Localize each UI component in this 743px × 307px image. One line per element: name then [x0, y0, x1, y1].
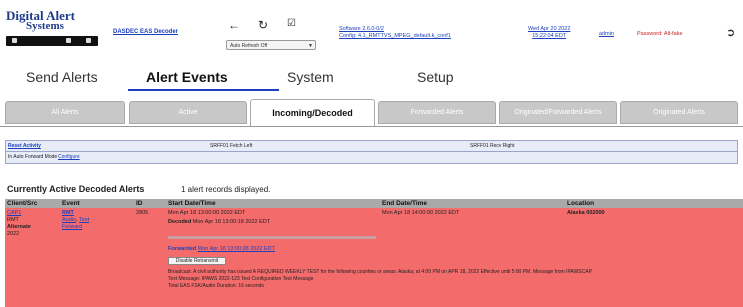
col-event: Event	[62, 200, 80, 207]
software-version-link[interactable]: Software 2.6.0-0/2	[339, 26, 451, 33]
start-time: Mon Apr 18 13:00:00 2022 EDT	[168, 210, 246, 216]
configure-link[interactable]: Configure	[58, 152, 80, 162]
tab-setup[interactable]: Setup	[417, 69, 454, 85]
client-sub1: RMT	[7, 217, 19, 223]
auto-refresh-select[interactable]: Auto Refresh Off ▼	[226, 40, 316, 50]
text-link[interactable]: Text	[79, 217, 89, 223]
alert-message: Broadcast: A civil authority has issued …	[168, 269, 728, 290]
message-line-2: Text Message: IPAWS 2022-123 Test Config…	[168, 276, 314, 282]
client-link[interactable]: CAP1	[7, 210, 21, 216]
event-cell: RMT Audio, Text Forward	[62, 210, 90, 230]
reset-activity-link[interactable]: Reset Activity	[8, 141, 41, 151]
forward-link[interactable]: Forward	[62, 224, 82, 230]
col-id: ID	[136, 200, 143, 207]
sub-tab-divider	[0, 126, 743, 127]
logout-icon[interactable]: ➲	[726, 26, 735, 39]
table-header: Client/Src Event ID Start Date/Time End …	[5, 199, 743, 208]
brand-logo: Digital Alert Systems	[6, 9, 98, 46]
tab-alert-events[interactable]: Alert Events	[146, 69, 228, 85]
checkbox-icon[interactable]: ☑	[287, 18, 296, 29]
decoded-time: Mon Apr 18 13:00:18 2022 EDT	[192, 219, 271, 225]
auto-refresh-value: Auto Refresh Off	[230, 43, 268, 49]
main-tab-bar: Send Alerts Alert Events System Setup	[0, 63, 743, 93]
client-src-cell: CAP1 RMT Alternate 2022	[7, 210, 31, 238]
model-link[interactable]: DASDEC EAS Decoder	[113, 29, 178, 35]
sub-tab-bar: All Alerts Active Incoming/Decoded Forwa…	[0, 99, 743, 127]
client-sub3: 2022	[7, 231, 20, 237]
message-line-3: Total EAS FSK/Audio Duration: 16 seconds	[168, 283, 264, 289]
table-row[interactable]: CAP1 RMT Alternate 2022 RMT Audio, Text …	[5, 208, 743, 307]
subtab-forwarded-alerts[interactable]: Forwarded Alerts	[378, 101, 496, 124]
section-title: Currently Active Decoded Alerts	[7, 184, 145, 194]
device-front-panel	[6, 36, 98, 46]
forwarded-time-link[interactable]: Mon Apr 18 13:00:28 2022 EDT	[198, 246, 275, 252]
decoded-status: Decoded Mon Apr 18 13:00:18 2022 EDT	[168, 219, 270, 226]
filter-row-2: In Auto Forward Mode Configure	[6, 152, 737, 162]
tab-system[interactable]: System	[287, 69, 334, 85]
left-channel-label: SRFF01 Fetch Left	[210, 143, 253, 149]
forwarded-status: Forwarded Mon Apr 18 13:00:28 2022 EDT	[168, 246, 275, 253]
location: Alaska 002000	[567, 210, 605, 216]
end-time: Mon Apr 18 14:00:00 2022 EDT	[382, 210, 460, 216]
time-text[interactable]: 15:22:04 EDT	[528, 33, 570, 40]
filter-row-1: Reset Activity SRFF01 Fetch Left SRFF01 …	[6, 141, 737, 152]
header-bar: Digital Alert Systems DASDEC EAS Decoder…	[0, 0, 743, 57]
message-line-1: Broadcast: A civil authority has issued …	[168, 269, 593, 275]
software-info[interactable]: Software 2.6.0-0/2 Config: 4.1_RMTTVS_MP…	[339, 26, 451, 40]
record-count: 1 alert records displayed.	[181, 185, 271, 194]
col-end-time: End Date/Time	[382, 200, 428, 207]
subtab-active[interactable]: Active	[129, 101, 247, 124]
decoded-label: Decoded	[168, 219, 192, 225]
password-warning: Password: Alt-fake	[637, 31, 683, 37]
tab-send-alerts[interactable]: Send Alerts	[26, 69, 98, 85]
subtab-all-alerts[interactable]: All Alerts	[5, 101, 125, 124]
system-datetime[interactable]: Wed Apr 20 2022 15:22:04 EDT	[528, 26, 570, 40]
col-start-time: Start Date/Time	[168, 200, 216, 207]
subtab-originated-alerts[interactable]: Originated Alerts	[620, 101, 738, 124]
auto-forward-label: In Auto Forward Mode	[8, 154, 58, 160]
col-location: Location	[567, 200, 595, 207]
event-id: 2805	[136, 210, 149, 216]
progress-bar	[168, 236, 376, 239]
filter-panel: Reset Activity SRFF01 Fetch Left SRFF01 …	[5, 140, 738, 164]
audio-link[interactable]: Audio	[62, 217, 76, 223]
right-channel-label: SRFF01 Recv Right	[470, 143, 515, 149]
forwarded-label: Forwarded	[168, 246, 197, 252]
chevron-down-icon: ▼	[308, 43, 313, 49]
active-tab-indicator	[128, 89, 279, 91]
client-sub2: Alternate	[7, 224, 31, 230]
refresh-icon[interactable]: ↻	[258, 18, 268, 32]
date-text[interactable]: Wed Apr 20 2022	[528, 26, 570, 33]
subtab-incoming-decoded[interactable]: Incoming/Decoded	[250, 99, 375, 126]
panel-light-3	[86, 38, 91, 43]
disable-retransmit-button[interactable]: Disable Retransmit	[168, 257, 226, 265]
admin-user-link[interactable]: admin	[599, 31, 614, 37]
subtab-originated-forwarded[interactable]: Originated/Forwarded Alerts	[499, 101, 617, 124]
col-client-src: Client/Src	[7, 200, 38, 207]
config-link[interactable]: Config: 4.1_RMTTVS_MPEG_default.k_conf1	[339, 33, 451, 40]
event-code-link[interactable]: RMT	[62, 210, 74, 216]
panel-light-2	[66, 38, 71, 43]
panel-light-1	[12, 38, 17, 43]
back-arrow-icon[interactable]: ←	[228, 18, 240, 32]
